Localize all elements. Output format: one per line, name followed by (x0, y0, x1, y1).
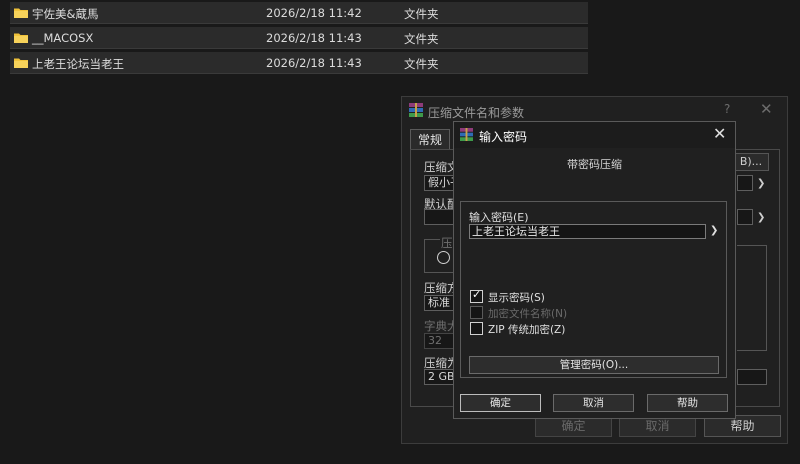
help-icon[interactable]: ? (724, 102, 730, 116)
dictionary-select: 32 (424, 333, 456, 349)
profile-input[interactable] (424, 209, 456, 225)
password-input[interactable]: 上老王论坛当老王 (469, 224, 706, 239)
ok-button[interactable]: 确定 (460, 394, 541, 412)
checkmark-icon: ✓ (472, 288, 482, 301)
file-row[interactable]: __MACOSX 2026/2/18 11:43 文件夹 (10, 27, 588, 49)
checkbox-label: 显示密码(S) (488, 292, 545, 304)
dialog-subtitle: 带密码压缩 (567, 158, 622, 171)
checkbox (470, 306, 483, 319)
chevron-down-icon[interactable]: ❯ (757, 212, 765, 223)
file-type: 文件夹 (404, 7, 439, 21)
file-row[interactable]: 上老王论坛当老王 2026/2/18 11:43 文件夹 (10, 52, 588, 74)
browse-button[interactable]: B)... (733, 153, 769, 171)
archive-name-input[interactable]: 假小子 (424, 175, 456, 191)
folder-icon (14, 58, 28, 68)
cancel-button[interactable]: 取消 (553, 394, 634, 412)
close-icon[interactable]: ✕ (760, 100, 773, 118)
chevron-down-icon[interactable]: ❯ (757, 178, 765, 189)
checkbox[interactable] (470, 322, 483, 335)
checkbox-label: ZIP 传统加密(Z) (488, 324, 566, 336)
file-date: 2026/2/18 11:42 (266, 6, 362, 20)
file-type: 文件夹 (404, 57, 439, 71)
file-list: 宇佐美&蔵馬 2026/2/18 11:42 文件夹 __MACOSX 2026… (10, 2, 588, 77)
file-name: 宇佐美&蔵馬 (32, 7, 99, 21)
checkbox-label: 加密文件名称(N) (488, 308, 568, 320)
password-label: 输入密码(E) (469, 211, 529, 224)
chevron-down-icon[interactable]: ❯ (710, 225, 718, 236)
file-name: 上老王论坛当老王 (32, 57, 124, 71)
folder-icon (14, 8, 28, 18)
dialog-title: 输入密码 (479, 130, 528, 144)
checkbox[interactable]: ✓ (470, 288, 483, 303)
profile-dropdown-edge (737, 209, 753, 225)
method-select[interactable]: 标准 (424, 295, 456, 311)
winrar-icon (409, 103, 423, 117)
file-name: __MACOSX (32, 31, 94, 45)
format-radio[interactable] (437, 251, 450, 264)
file-row[interactable]: 宇佐美&蔵馬 2026/2/18 11:42 文件夹 (10, 2, 588, 24)
archive-name-dropdown-edge (737, 175, 753, 191)
password-dialog: 输入密码 ✕ 带密码压缩 输入密码(E) 上老王论坛当老王 ❯ ✓ 显示密码(S… (453, 121, 736, 419)
file-date: 2026/2/18 11:43 (266, 31, 362, 45)
parameters-field-edge (737, 369, 767, 385)
file-type: 文件夹 (404, 32, 439, 46)
close-icon[interactable]: ✕ (713, 124, 726, 143)
split-select[interactable]: 2 GB (424, 369, 456, 385)
options-group-edge (737, 245, 767, 351)
help-button[interactable]: 帮助 (647, 394, 728, 412)
dialog-title: 压缩文件名和参数 (428, 106, 525, 120)
file-date: 2026/2/18 11:43 (266, 56, 362, 70)
tab-general[interactable]: 常规 (410, 129, 450, 150)
winrar-icon (460, 128, 473, 141)
manage-passwords-button[interactable]: 管理密码(O)... (469, 356, 719, 374)
folder-icon (14, 33, 28, 43)
